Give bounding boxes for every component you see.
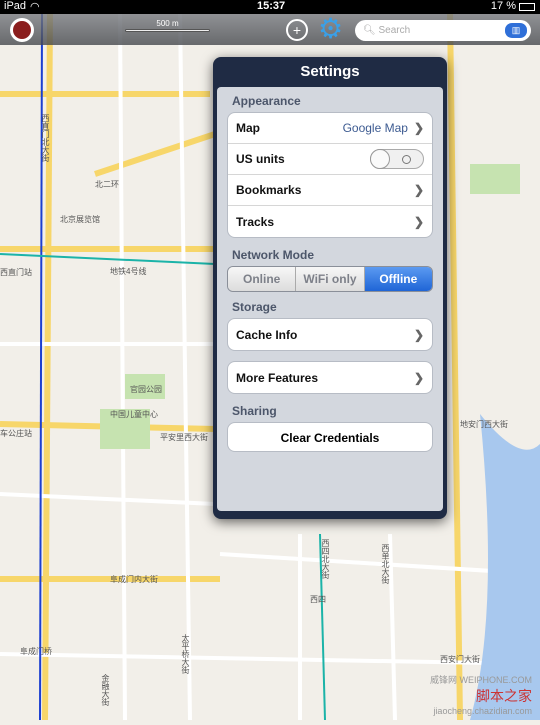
row-label: Tracks (236, 214, 275, 229)
wifi-icon: ◠ (30, 1, 40, 13)
map-label: 西安门大街 (440, 655, 480, 664)
gear-icon[interactable]: ⚙ (318, 15, 343, 43)
settings-popover: Settings Appearance Map Google Map ❯ US un… (213, 57, 447, 519)
map-label: 平安里西大街 (160, 433, 208, 442)
search-input[interactable]: 🔍︎ Search ▥ (355, 20, 531, 41)
us-units-toggle[interactable] (370, 149, 424, 169)
chevron-right-icon: ❯ (413, 183, 424, 197)
row-label: More Features (236, 370, 319, 385)
toolbar: 500 m + ⚙ 🔍︎ Search ▥ (0, 14, 540, 45)
battery-icon (519, 3, 535, 11)
chevron-right-icon: ❯ (413, 121, 424, 135)
search-placeholder: Search (378, 25, 411, 36)
map-label: 太平桥大街 (181, 634, 190, 674)
segment-offline[interactable]: Offline (364, 267, 432, 291)
scale-label: 500 m (156, 19, 179, 28)
segment-online[interactable]: Online (228, 267, 297, 291)
clock: 15:37 (257, 0, 286, 12)
chevron-right-icon: ❯ (413, 370, 424, 385)
map-label: 西直门站 (0, 268, 32, 277)
chevron-right-icon: ❯ (413, 327, 424, 342)
locate-button[interactable]: + (286, 19, 308, 41)
section-storage: Storage (232, 300, 277, 314)
watermark-site: 威锋网 WEIPHONE.COM (429, 675, 532, 685)
scale-bar: 500 m (125, 19, 210, 32)
battery-percent: 17 % (490, 0, 516, 12)
map-label: 西单北大街 (381, 544, 390, 584)
search-icon: 🔍︎ (363, 25, 376, 36)
row-label: Bookmarks (236, 183, 302, 197)
map-label: 中国儿童中心 (110, 410, 158, 419)
watermark-url: jiaocheng.chazidian.com (433, 706, 532, 716)
map-row[interactable]: Map Google Map ❯ (228, 113, 432, 144)
map-label: 北二环 (95, 180, 119, 189)
tracks-row[interactable]: Tracks ❯ (228, 206, 432, 237)
network-mode-segmented: Online WiFi only Offline (227, 266, 433, 292)
map-label: 官园公园 (130, 385, 162, 394)
bookmarks-row[interactable]: Bookmarks ❯ (228, 175, 432, 206)
popover-title: Settings (300, 63, 360, 80)
map-label: 车公庄站 (0, 429, 32, 438)
map-label: 西四北大街 (321, 539, 330, 579)
bookmarks-book-icon[interactable]: ▥ (505, 23, 527, 38)
map-value: Google Map (342, 121, 408, 135)
map-label: 北京展览馆 (60, 215, 100, 224)
row-label: Map (236, 121, 260, 135)
status-bar: iPad ◠ 15:37 17 % (0, 0, 540, 14)
record-button[interactable] (10, 18, 34, 42)
section-sharing: Sharing (232, 404, 277, 418)
map-label: 地铁4号线 (110, 267, 147, 276)
cache-info-row[interactable]: Cache Info ❯ (228, 319, 432, 350)
device-label: iPad (4, 0, 27, 12)
us-units-row: US units (228, 144, 432, 175)
map-label: 西直门北大街 (41, 114, 50, 162)
map-label: 西四 (310, 595, 326, 604)
section-appearance: Appearance (232, 94, 301, 108)
row-label: US units (236, 152, 285, 166)
segment-wifi-only[interactable]: WiFi only (296, 267, 365, 291)
row-label: Cache Info (236, 327, 298, 342)
chevron-right-icon: ❯ (413, 214, 424, 229)
section-network: Network Mode (232, 248, 315, 262)
map-label: 地安门西大街 (460, 420, 508, 429)
map-label: 阜成门内大街 (110, 575, 158, 584)
watermark-brand: 脚本之家 (476, 688, 532, 704)
map-label: 金融大街 (101, 674, 110, 706)
watermark: 威锋网 WEIPHONE.COM 脚本之家 jiaocheng.chazidia… (430, 673, 532, 716)
map-label: 阜成门桥 (20, 647, 52, 656)
clear-credentials-button[interactable]: Clear Credentials (227, 422, 433, 452)
more-features-row[interactable]: More Features ❯ (228, 362, 432, 393)
